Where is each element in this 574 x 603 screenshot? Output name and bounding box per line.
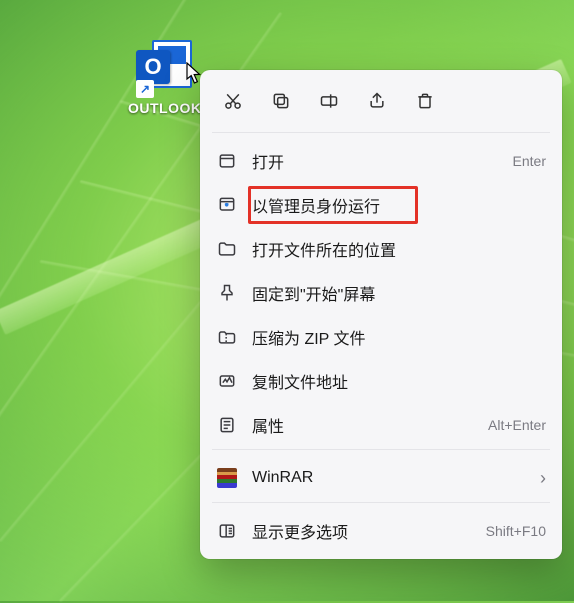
zip-icon	[216, 326, 238, 348]
menu-item-label: 复制文件地址	[252, 369, 546, 393]
menu-item-accel: Alt+Enter	[488, 417, 546, 433]
share-icon	[367, 91, 387, 111]
outlook-icon: O ↗	[136, 40, 192, 96]
copy-path-icon	[216, 370, 238, 392]
chevron-right-icon: ›	[540, 468, 546, 489]
menu-item-accel: Shift+F10	[486, 523, 546, 539]
menu-item-properties[interactable]: 属性 Alt+Enter	[206, 403, 556, 447]
cut-button[interactable]	[212, 82, 254, 120]
menu-item-label: 属性	[252, 413, 474, 437]
properties-icon	[216, 414, 238, 436]
desktop-shortcut-outlook[interactable]: O ↗ OUTLOOK	[128, 40, 200, 116]
menu-item-compress-zip[interactable]: 压缩为 ZIP 文件	[206, 315, 556, 359]
folder-icon	[216, 238, 238, 260]
menu-separator	[212, 449, 550, 450]
menu-item-pin-start[interactable]: 固定到"开始"屏幕	[206, 271, 556, 315]
menu-separator	[212, 502, 550, 503]
shield-icon	[216, 194, 238, 216]
rename-icon	[319, 91, 339, 111]
menu-item-label: 压缩为 ZIP 文件	[252, 325, 546, 349]
menu-separator	[212, 132, 550, 133]
context-menu: 打开 Enter 以管理员身份运行 打开文件所在的位置 固定到"开始"屏幕	[200, 70, 562, 559]
menu-item-more-options[interactable]: 显示更多选项 Shift+F10	[206, 509, 556, 553]
menu-item-label: 显示更多选项	[252, 519, 472, 543]
more-options-icon	[216, 520, 238, 542]
rename-button[interactable]	[308, 82, 350, 120]
window-icon	[216, 150, 238, 172]
menu-item-label: WinRAR	[252, 469, 526, 487]
pin-icon	[216, 282, 238, 304]
menu-item-label: 打开	[252, 149, 499, 173]
menu-item-winrar[interactable]: WinRAR ›	[206, 456, 556, 500]
menu-item-copy-path[interactable]: 复制文件地址	[206, 359, 556, 403]
menu-item-open-location[interactable]: 打开文件所在的位置	[206, 227, 556, 271]
share-button[interactable]	[356, 82, 398, 120]
copy-icon	[271, 91, 291, 111]
menu-item-run-as-admin[interactable]: 以管理员身份运行	[206, 183, 556, 227]
shortcut-badge-icon: ↗	[136, 80, 154, 98]
menu-item-open[interactable]: 打开 Enter	[206, 139, 556, 183]
menu-item-accel: Enter	[513, 153, 546, 169]
delete-button[interactable]	[404, 82, 446, 120]
copy-button[interactable]	[260, 82, 302, 120]
winrar-icon	[216, 467, 238, 489]
menu-item-label: 固定到"开始"屏幕	[252, 281, 546, 305]
context-toolbar	[206, 78, 556, 130]
desktop-shortcut-label: OUTLOOK	[128, 100, 200, 116]
scissors-icon	[223, 91, 243, 111]
menu-item-label: 以管理员身份运行	[252, 193, 546, 217]
menu-item-label: 打开文件所在的位置	[252, 237, 546, 261]
trash-icon	[415, 91, 435, 111]
